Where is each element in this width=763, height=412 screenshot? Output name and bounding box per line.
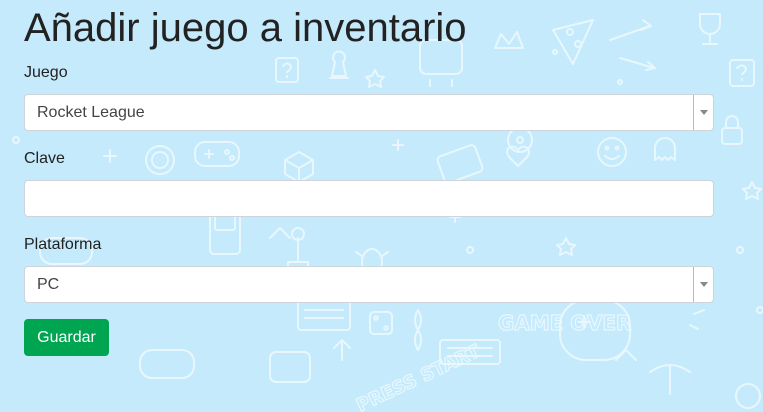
juego-select[interactable]: Rocket League (24, 94, 714, 131)
chevron-down-icon[interactable] (693, 267, 713, 302)
save-button[interactable]: Guardar (24, 319, 109, 356)
game-over-doodle-text: GAME OVER (498, 311, 631, 335)
plataforma-label: Plataforma (24, 236, 102, 253)
page-title: Añadir juego a inventario (24, 6, 467, 50)
plataforma-select[interactable]: PC (24, 266, 714, 303)
juego-label: Juego (24, 64, 68, 81)
plataforma-selected-value: PC (37, 275, 60, 293)
press-start-doodle-text: PRESS START (353, 341, 484, 412)
juego-selected-value: Rocket League (37, 103, 145, 121)
chevron-down-icon[interactable] (693, 95, 713, 130)
clave-input[interactable] (24, 180, 714, 217)
clave-label: Clave (24, 150, 65, 167)
